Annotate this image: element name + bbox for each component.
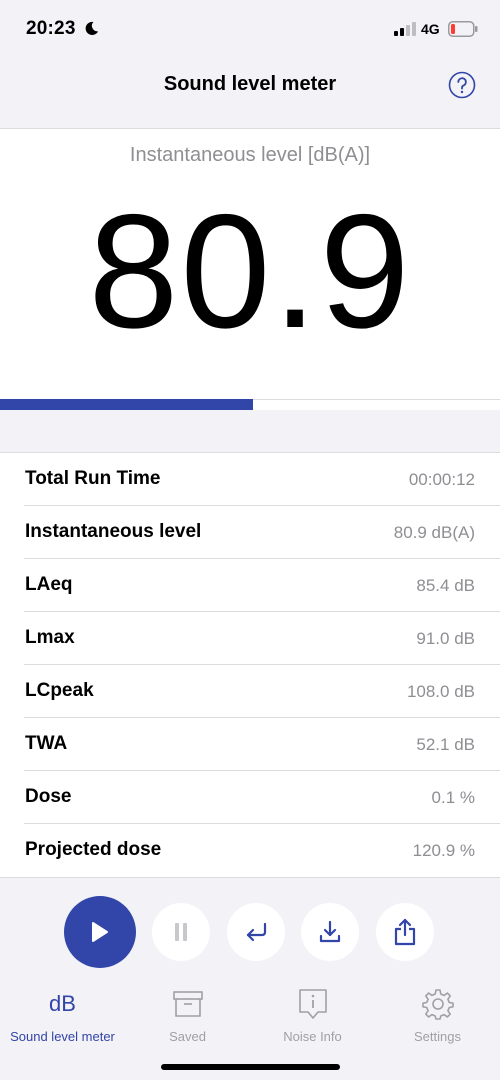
tab-label: Noise Info	[283, 1029, 342, 1044]
page-title: Sound level meter	[163, 73, 337, 95]
stat-label: LAeq	[25, 574, 73, 595]
stat-value: 52.1 dB	[416, 735, 475, 754]
pause-button[interactable]	[152, 903, 210, 961]
tab-noise-info[interactable]: Noise Info	[250, 988, 375, 1044]
archive-box-icon	[172, 991, 203, 1017]
stat-row: Lmax 91.0 dB	[0, 612, 500, 665]
nav-header: Sound level meter	[0, 60, 500, 128]
stat-row: Instantaneous level 80.9 dB(A)	[0, 506, 500, 559]
stat-value: 120.9 %	[412, 841, 475, 860]
download-icon	[319, 920, 341, 943]
download-button[interactable]	[301, 903, 359, 961]
stat-row: LCpeak 108.0 dB	[0, 665, 500, 718]
stat-row: LAeq 85.4 dB	[0, 559, 500, 612]
tab-settings[interactable]: Settings	[375, 988, 500, 1044]
moon-icon	[85, 21, 99, 35]
meter-value: 80.9	[88, 181, 412, 362]
stat-label: TWA	[25, 733, 68, 754]
db-glyph: dB	[49, 991, 76, 1016]
stat-value: 85.4 dB	[416, 576, 475, 595]
tab-label: Sound level meter	[10, 1029, 115, 1044]
stat-label: Dose	[25, 786, 72, 807]
stat-value: 108.0 dB	[406, 682, 475, 701]
network-type: 4G	[421, 21, 440, 37]
stat-label: LCpeak	[25, 680, 94, 701]
question-circle-icon[interactable]	[448, 71, 476, 99]
return-icon	[246, 922, 267, 942]
stat-label: Lmax	[25, 627, 75, 648]
play-icon	[92, 922, 108, 942]
info-bubble-icon	[298, 989, 327, 1019]
stats-list: Total Run Time 00:00:12 Instantaneous leve…	[0, 452, 500, 878]
stat-row: Total Run Time 00:00:12	[0, 453, 500, 506]
stat-label: Instantaneous level	[25, 521, 202, 542]
battery-low-icon	[448, 21, 478, 37]
status-bar: 20:23 4G	[0, 0, 500, 60]
stat-row: TWA 52.1 dB	[0, 718, 500, 771]
stat-label: Total Run Time	[25, 468, 161, 489]
stat-value: 00:00:12	[408, 470, 475, 489]
tab-label: Saved	[169, 1029, 206, 1044]
share-icon	[394, 918, 416, 946]
status-time: 20:23	[26, 18, 76, 39]
stat-row: Projected dose 120.9 %	[0, 824, 500, 877]
tab-label: Settings	[414, 1029, 461, 1044]
stat-label: Projected dose	[25, 839, 162, 860]
share-button[interactable]	[376, 903, 434, 961]
gear-icon	[421, 989, 454, 1020]
stat-value: 0.1 %	[431, 788, 475, 807]
home-indicator[interactable]	[161, 1064, 340, 1070]
db-icon: dB	[0, 988, 125, 1020]
signal-icon	[394, 22, 416, 36]
control-bar	[0, 876, 500, 976]
play-button[interactable]	[64, 896, 136, 968]
reset-button[interactable]	[227, 903, 285, 961]
pause-icon	[175, 923, 187, 941]
tab-sound-level-meter[interactable]: dB Sound level meter	[0, 988, 125, 1044]
meter-card: Instantaneous level [dB(A)] 80.9	[0, 128, 500, 410]
stat-value: 80.9 dB(A)	[393, 523, 475, 542]
level-bar-fill	[0, 399, 253, 410]
stat-value: 91.0 dB	[416, 629, 475, 648]
tab-saved[interactable]: Saved	[125, 988, 250, 1044]
stat-row: Dose 0.1 %	[0, 771, 500, 824]
meter-label: Instantaneous level [dB(A)]	[129, 144, 371, 166]
